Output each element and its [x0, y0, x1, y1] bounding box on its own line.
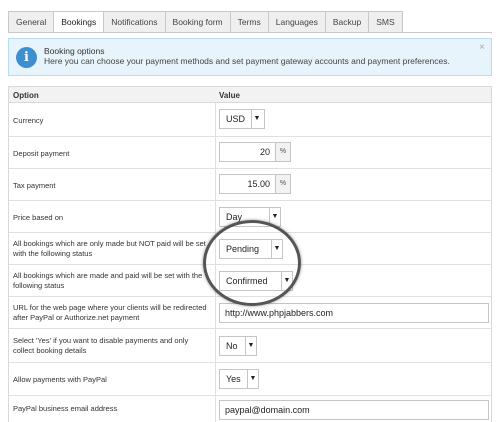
table-row: Deposit payment 20 % — [9, 137, 491, 169]
price-based-select[interactable]: Day ▼ — [219, 207, 281, 227]
currency-select[interactable]: USD ▼ — [219, 109, 265, 129]
table-row: Price based on Day ▼ — [9, 201, 491, 233]
table-row: Allow payments with PayPal Yes ▼ — [9, 363, 491, 396]
paid-status-select[interactable]: Confirmed ▼ — [219, 271, 293, 291]
table-row: Select 'Yes' if you want to disable paym… — [9, 329, 491, 363]
tab-notifications[interactable]: Notifications — [103, 11, 165, 33]
notice-description: Here you can choose your payment methods… — [44, 56, 450, 66]
tab-terms[interactable]: Terms — [229, 11, 268, 33]
tab-divider — [8, 32, 492, 33]
chevron-down-icon: ▼ — [281, 272, 292, 290]
price-based-label: Price based on — [13, 213, 64, 222]
header-option: Option — [13, 91, 39, 100]
options-table: Option Value Currency USD ▼ Deposit paym… — [8, 86, 492, 422]
tab-languages[interactable]: Languages — [267, 11, 325, 33]
table-row: PayPal business email address paypal@dom… — [9, 396, 491, 422]
url-label: URL for the web page where your clients … — [13, 303, 207, 322]
tab-bookings[interactable]: Bookings — [53, 11, 104, 33]
chevron-down-icon: ▼ — [269, 208, 280, 226]
chevron-down-icon: ▼ — [245, 337, 256, 355]
chevron-down-icon: ▼ — [251, 110, 263, 128]
allow-paypal-select[interactable]: Yes ▼ — [219, 369, 259, 389]
paypal-email-label: PayPal business email address — [13, 404, 118, 413]
disable-payments-label: Select 'Yes' if you want to disable paym… — [13, 336, 189, 355]
table-row: Tax payment 15.00 % — [9, 169, 491, 201]
info-icon: i — [16, 47, 37, 68]
table-row: URL for the web page where your clients … — [9, 297, 491, 329]
paid-status-label: All bookings which are made and paid wil… — [13, 271, 203, 290]
info-notice: i Booking options Here you can choose yo… — [8, 38, 492, 76]
tab-backup[interactable]: Backup — [324, 11, 369, 33]
disable-payments-select[interactable]: No ▼ — [219, 336, 257, 356]
redirect-url-input[interactable]: http://www.phpjabbers.com — [219, 303, 489, 323]
chevron-down-icon: ▼ — [247, 370, 258, 388]
deposit-label: Deposit payment — [13, 149, 70, 158]
paypal-email-input[interactable]: paypal@domain.com — [219, 400, 489, 420]
settings-tabs: General Bookings Notifications Booking f… — [8, 11, 403, 33]
table-row: Currency USD ▼ — [9, 103, 491, 137]
table-row: All bookings which are only made but NOT… — [9, 233, 491, 265]
allow-paypal-label: Allow payments with PayPal — [13, 375, 107, 384]
tax-field[interactable]: 15.00 % — [219, 174, 291, 194]
tab-booking-form[interactable]: Booking form — [164, 11, 230, 33]
not-paid-status-select[interactable]: Pending ▼ — [219, 239, 283, 259]
table-header: Option Value — [9, 87, 491, 103]
close-icon[interactable]: × — [479, 42, 485, 53]
tab-general[interactable]: General — [8, 11, 54, 33]
not-paid-status-label: All bookings which are only made but NOT… — [13, 239, 206, 258]
tab-sms[interactable]: SMS — [368, 11, 403, 33]
chevron-down-icon: ▼ — [271, 240, 282, 258]
header-value: Value — [219, 91, 240, 100]
currency-label: Currency — [13, 116, 44, 125]
tax-label: Tax payment — [13, 181, 56, 190]
notice-title: Booking options — [44, 46, 105, 56]
deposit-field[interactable]: 20 % — [219, 142, 291, 162]
table-row: All bookings which are made and paid wil… — [9, 265, 491, 297]
